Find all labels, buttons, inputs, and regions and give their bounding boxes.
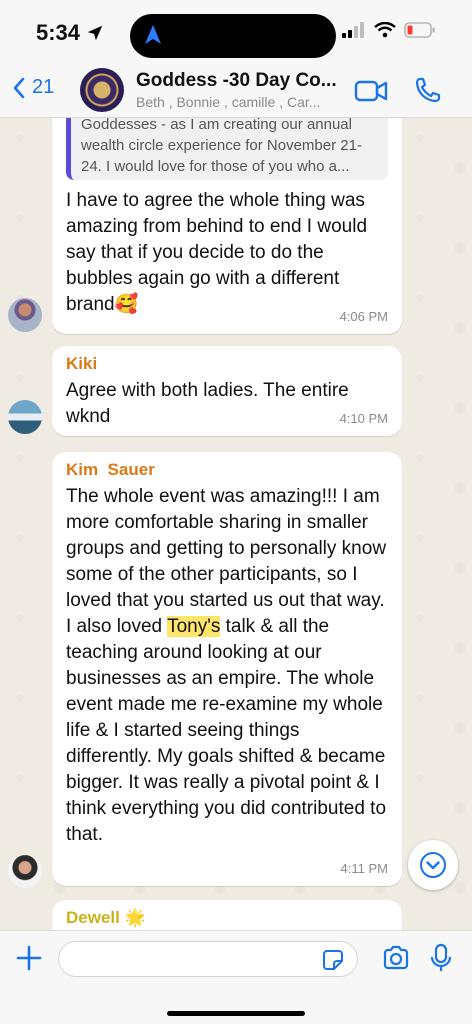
navigation-arrow-icon: [145, 25, 161, 44]
chevron-left-icon: [13, 77, 25, 98]
back-button[interactable]: 21: [12, 76, 54, 99]
message-bubble[interactable]: Kim Sauer The whole event was amazing!!!…: [52, 452, 402, 886]
group-avatar[interactable]: [80, 68, 124, 112]
video-call-icon[interactable]: [354, 78, 388, 104]
status-time: 5:34: [36, 20, 104, 46]
battery-icon: [404, 22, 435, 38]
top-bar: 5:34 21 Goddess -30 Day Co... Beth , Bon…: [0, 0, 472, 118]
status-icons: [342, 22, 436, 38]
chat-title[interactable]: Goddess -30 Day Co...: [136, 70, 348, 92]
message-input[interactable]: [58, 941, 358, 977]
unread-count: 21: [32, 76, 55, 98]
composer-bar: [0, 930, 472, 1024]
message-time: 4:11 PM: [340, 861, 388, 876]
message-text: The whole event was amazing!!! I am more…: [66, 486, 387, 845]
location-arrow-icon: [87, 25, 103, 41]
chevron-down-icon: [420, 852, 446, 878]
microphone-icon[interactable]: [430, 943, 452, 973]
quoted-message[interactable]: Goddesses - as I am creating our annual …: [66, 118, 388, 180]
message-bubble[interactable]: Dewell 🌟: [52, 900, 402, 930]
highlighted-text: Tony's: [167, 616, 221, 637]
dynamic-island: [130, 14, 336, 58]
signal-icon: [342, 22, 364, 38]
message-text: I have to agree the whole thing was amaz…: [66, 190, 368, 315]
wifi-icon: [374, 22, 396, 38]
sender-avatar[interactable]: [8, 298, 42, 332]
sticker-icon[interactable]: [322, 949, 344, 971]
camera-icon[interactable]: [382, 945, 410, 971]
chat-participants[interactable]: Beth , Bonnie , camille , Car...: [136, 94, 348, 110]
sender-avatar[interactable]: [8, 854, 42, 888]
message-time: 4:06 PM: [339, 309, 388, 324]
scroll-to-bottom-button[interactable]: [408, 840, 458, 890]
chat-header: 21 Goddess -30 Day Co... Beth , Bonnie ,…: [0, 64, 472, 118]
sender-name[interactable]: Dewell 🌟: [66, 908, 388, 928]
phone-call-icon[interactable]: [414, 76, 442, 104]
status-bar: 5:34: [0, 0, 472, 64]
home-indicator: [167, 1011, 305, 1016]
message-bubble[interactable]: Goddesses - as I am creating our annual …: [52, 118, 402, 334]
message-bubble[interactable]: Kiki Agree with both ladies. The entire …: [52, 346, 402, 436]
sender-name[interactable]: Kiki: [66, 354, 388, 374]
message-time: 4:10 PM: [339, 411, 388, 426]
chat-area[interactable]: Goddesses - as I am creating our annual …: [0, 118, 472, 930]
plus-icon[interactable]: [16, 945, 42, 971]
sender-avatar[interactable]: [8, 400, 42, 434]
sender-name[interactable]: Kim Sauer: [66, 460, 388, 480]
